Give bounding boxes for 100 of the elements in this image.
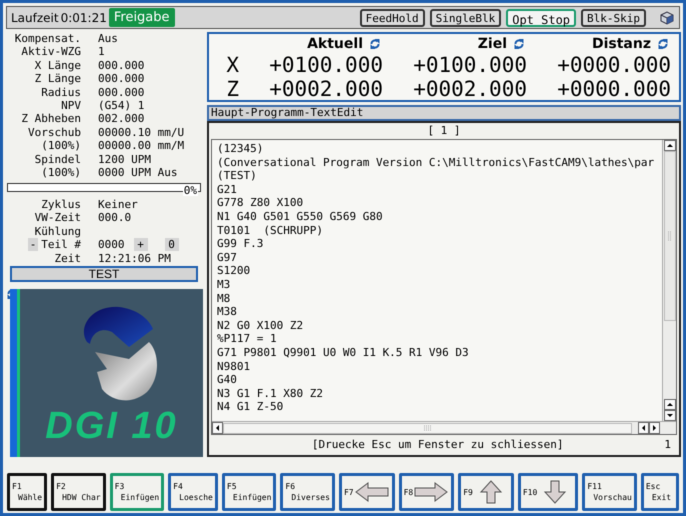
param-value: 1 xyxy=(98,45,105,59)
editor-title-bar: Haupt-Programm-TextEdit xyxy=(207,105,681,121)
function-key[interactable]: F5 Einfügen xyxy=(222,473,276,511)
axis-label: X xyxy=(225,53,239,77)
logo-text: DGI 10 xyxy=(45,407,178,445)
toggle-button[interactable]: SingleBlk xyxy=(430,8,502,26)
param-value: (G54) 1 xyxy=(98,99,144,112)
grip-icon xyxy=(666,231,672,241)
toggle-button[interactable]: FeedHold xyxy=(360,8,425,26)
key-code: F4 xyxy=(173,481,184,492)
key-label: HDW Char xyxy=(61,492,101,503)
code-line: N9801 xyxy=(217,360,252,374)
key-code: F11 xyxy=(587,481,603,492)
function-key[interactable]: F8 xyxy=(398,473,454,511)
key-label: Exit xyxy=(650,492,672,503)
key-label: Einfügen xyxy=(232,492,272,503)
function-key[interactable]: F1 Wähle xyxy=(7,473,48,511)
key-label: Loesche xyxy=(178,492,213,503)
axis-value: +0000.000 xyxy=(556,53,671,77)
code-line: G778 Z80 X100 xyxy=(217,196,304,210)
function-key[interactable]: F9 xyxy=(458,473,514,511)
code-line: G21 xyxy=(217,182,238,196)
key-code: F3 xyxy=(114,481,126,492)
scroll-thumb[interactable] xyxy=(664,151,676,321)
param-value: Aus xyxy=(98,32,118,46)
param-label: Teil # xyxy=(40,238,81,252)
runtime-label: Laufzeit xyxy=(11,10,59,26)
column-header: Ziel xyxy=(478,35,507,53)
axis-value: +0002.000 xyxy=(268,77,383,101)
arrow-icon xyxy=(354,480,390,504)
key-code: F10 xyxy=(522,486,538,498)
toggle-button[interactable]: Opt Stop xyxy=(506,8,576,26)
function-key[interactable]: F3 Einfügen xyxy=(110,473,164,511)
param-label: Vorschub xyxy=(27,126,81,140)
key-code: F7 xyxy=(344,486,354,498)
axis-value: +0002.000 xyxy=(412,77,527,101)
function-key[interactable]: F10 xyxy=(518,473,578,511)
key-code: F9 xyxy=(463,486,473,498)
line-number: 1 xyxy=(664,436,672,453)
status-badge: Freigabe xyxy=(108,8,175,27)
axis-label: Z xyxy=(225,77,239,101)
param-value: 1200 UPM xyxy=(98,152,151,166)
code-line: N4 G1 Z-50 xyxy=(217,400,284,414)
minus-button[interactable]: - xyxy=(28,238,38,252)
axis-value: +0100.000 xyxy=(268,53,383,77)
code-line: G71 P9801 Q9901 U0 W0 I1 K.5 R1 V96 D3 xyxy=(217,346,470,360)
code-line: (Conversational Program Version C:\Milltronics\FastCAM9\lathes\par xyxy=(217,156,656,170)
key-label: Wähle xyxy=(17,492,42,503)
scroll-thumb[interactable] xyxy=(223,422,632,434)
param-label: Z Länge xyxy=(34,72,81,86)
param-value: 000.0 xyxy=(98,211,132,225)
key-label: Diverses xyxy=(290,492,330,503)
function-key[interactable]: F7 xyxy=(338,473,395,511)
progress-reading: 0% xyxy=(182,185,198,196)
plus-button[interactable]: + xyxy=(134,238,148,252)
function-key[interactable]: F4 Loesche xyxy=(168,473,218,511)
function-key[interactable]: F2 HDW Char xyxy=(51,473,106,511)
param-label: Kompensat. xyxy=(14,32,81,46)
key-code: F6 xyxy=(285,481,296,492)
param-value: 000.000 xyxy=(98,72,144,86)
code-line: G40 xyxy=(217,373,238,387)
function-key[interactable]: F6 Diverses xyxy=(280,473,335,511)
test-button[interactable]: TEST xyxy=(10,266,198,282)
function-key[interactable]: F11 Vorschau xyxy=(582,473,637,511)
param-value: 00000.10 mm/U xyxy=(98,126,184,140)
function-key[interactable]: Esc Exit xyxy=(640,473,679,511)
horizontal-scrollbar[interactable] xyxy=(212,421,676,434)
param-label: NPV xyxy=(60,99,81,112)
vertical-scrollbar[interactable] xyxy=(662,140,676,422)
param-label: VW-Zeit xyxy=(34,211,81,225)
key-code: F5 xyxy=(226,481,238,492)
param-label: (100%) xyxy=(40,166,81,180)
param-label: Aktiv-WZG xyxy=(20,45,81,59)
axis-value: +0000.000 xyxy=(556,77,671,101)
param-value: 002.000 xyxy=(98,112,144,126)
code-line: T0101 (SCHRUPP) xyxy=(217,224,324,238)
page-indicator: [ 1 ] xyxy=(427,123,461,139)
param-value: 0000 xyxy=(98,238,124,252)
axis-value: +0100.000 xyxy=(412,53,527,77)
grip-icon xyxy=(422,425,432,432)
param-label: X Länge xyxy=(34,58,81,72)
param-label: Radius xyxy=(40,86,81,100)
code-line: (TEST) xyxy=(217,169,258,183)
param-label: Spindel xyxy=(34,152,81,166)
arrow-icon xyxy=(413,480,450,504)
code-line: %P117 = 1 xyxy=(217,332,278,346)
param-label: Zyklus xyxy=(40,198,81,212)
key-code: F8 xyxy=(404,486,414,498)
code-line: N3 G1 F.1 X80 Z2 xyxy=(217,386,324,400)
status-hint: [Druecke Esc um Fenster zu schliessen] xyxy=(312,436,564,453)
code-line: G99 F.3 xyxy=(217,237,264,251)
param-value: Keiner xyxy=(98,198,138,212)
param-value: 12:21:06 PM xyxy=(98,252,171,265)
code-line: M38 xyxy=(217,305,238,319)
cube-icon xyxy=(659,10,675,24)
toggle-button[interactable]: Blk-Skip xyxy=(581,8,646,26)
counter-value: 0 xyxy=(164,238,178,252)
param-label: (100%) xyxy=(40,139,81,153)
code-line: M8 xyxy=(217,292,232,306)
param-value: 000.000 xyxy=(98,58,144,72)
